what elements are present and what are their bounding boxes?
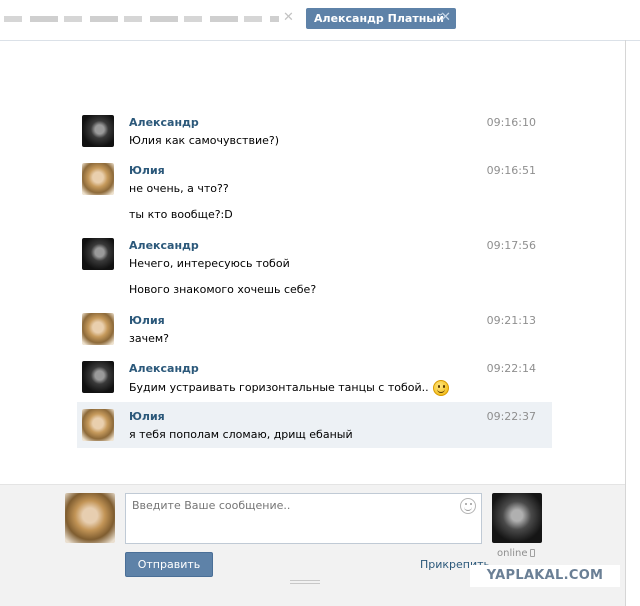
close-icon[interactable]: ✕ bbox=[283, 10, 294, 25]
dialog-tabs-bar: ✕ Александр Платный ✕ bbox=[0, 0, 640, 40]
message-author[interactable]: Александр bbox=[129, 362, 199, 375]
message-row[interactable]: Александр 09:22:14 Будим устраивать горизо… bbox=[77, 354, 552, 400]
message-text-content: зачем? bbox=[129, 332, 169, 345]
my-avatar[interactable] bbox=[65, 493, 115, 543]
message-row[interactable]: Александр 09:17:56 Нечего, интересуюсь тоб… bbox=[77, 231, 552, 304]
message-text: Юлия как самочувствие?) bbox=[129, 134, 279, 147]
message-author[interactable]: Юлия bbox=[129, 314, 165, 327]
tab-other-label bbox=[4, 16, 279, 22]
sender-avatar[interactable] bbox=[82, 115, 114, 147]
message-author[interactable]: Александр bbox=[129, 239, 199, 252]
send-button[interactable]: Отправить bbox=[125, 552, 213, 577]
message-text-content: не очень, а что?? bbox=[129, 182, 229, 195]
peer-avatar[interactable] bbox=[492, 493, 542, 543]
divider bbox=[625, 40, 626, 606]
message-text: Будим устраивать горизонтальные танцы с … bbox=[129, 380, 449, 396]
sender-avatar[interactable] bbox=[82, 163, 114, 195]
smile-emoji-icon bbox=[432, 380, 449, 396]
message-text-content: ты кто вообще?:D bbox=[129, 208, 233, 221]
message-text-content: я тебя пополам сломаю, дрищ ебаный bbox=[129, 428, 353, 441]
message-text: Нового знакомого хочешь себе? bbox=[129, 283, 316, 296]
message-text: ты кто вообще?:D bbox=[129, 208, 233, 221]
sender-avatar[interactable] bbox=[82, 361, 114, 393]
message-time: 09:17:56 bbox=[486, 239, 536, 252]
message-text: зачем? bbox=[129, 332, 169, 345]
message-text: не очень, а что?? bbox=[129, 182, 229, 195]
message-author[interactable]: Юлия bbox=[129, 410, 165, 423]
message-author[interactable]: Александр bbox=[129, 116, 199, 129]
message-text: Нечего, интересуюсь тобой bbox=[129, 257, 290, 270]
smile-icon[interactable] bbox=[460, 498, 476, 514]
tab-other-dialog[interactable] bbox=[4, 12, 279, 26]
peer-status-label: online bbox=[497, 548, 528, 559]
message-time: 09:16:10 bbox=[486, 116, 536, 129]
message-row[interactable]: Юлия 09:22:37 я тебя пополам сломаю, дрищ … bbox=[77, 402, 552, 448]
divider bbox=[0, 40, 640, 41]
message-text-content: Юлия как самочувствие?) bbox=[129, 134, 279, 147]
message-text-content: Будим устраивать горизонтальные танцы с … bbox=[129, 381, 429, 394]
message-text-content: Нового знакомого хочешь себе? bbox=[129, 283, 317, 296]
tab-active-dialog[interactable]: Александр Платный ✕ bbox=[306, 8, 456, 29]
sender-avatar[interactable] bbox=[82, 238, 114, 270]
watermark: YAPLAKAL.COM bbox=[470, 565, 620, 587]
sender-avatar[interactable] bbox=[82, 409, 114, 441]
message-row[interactable]: Юлия 09:16:51 не очень, а что?? ты кто вооб… bbox=[77, 156, 552, 229]
message-row[interactable]: Александр 09:16:10 Юлия как самочувствие?) bbox=[77, 108, 552, 154]
close-icon[interactable]: ✕ bbox=[440, 10, 451, 25]
message-text: я тебя пополам сломаю, дрищ ебаный bbox=[129, 428, 353, 441]
message-input[interactable] bbox=[125, 493, 482, 544]
message-time: 09:21:13 bbox=[486, 314, 536, 327]
message-row[interactable]: Юлия 09:21:13 зачем? bbox=[77, 306, 552, 352]
message-time: 09:22:14 bbox=[486, 362, 536, 375]
sender-avatar[interactable] bbox=[82, 313, 114, 345]
message-time: 09:16:51 bbox=[486, 164, 536, 177]
peer-status: online bbox=[497, 548, 535, 559]
message-time: 09:22:37 bbox=[486, 410, 536, 423]
tab-active-label: Александр Платный bbox=[314, 12, 444, 25]
message-text-content: Нечего, интересуюсь тобой bbox=[129, 257, 290, 270]
message-author[interactable]: Юлия bbox=[129, 164, 165, 177]
mobile-icon bbox=[529, 549, 535, 557]
resize-handle[interactable] bbox=[290, 580, 320, 584]
